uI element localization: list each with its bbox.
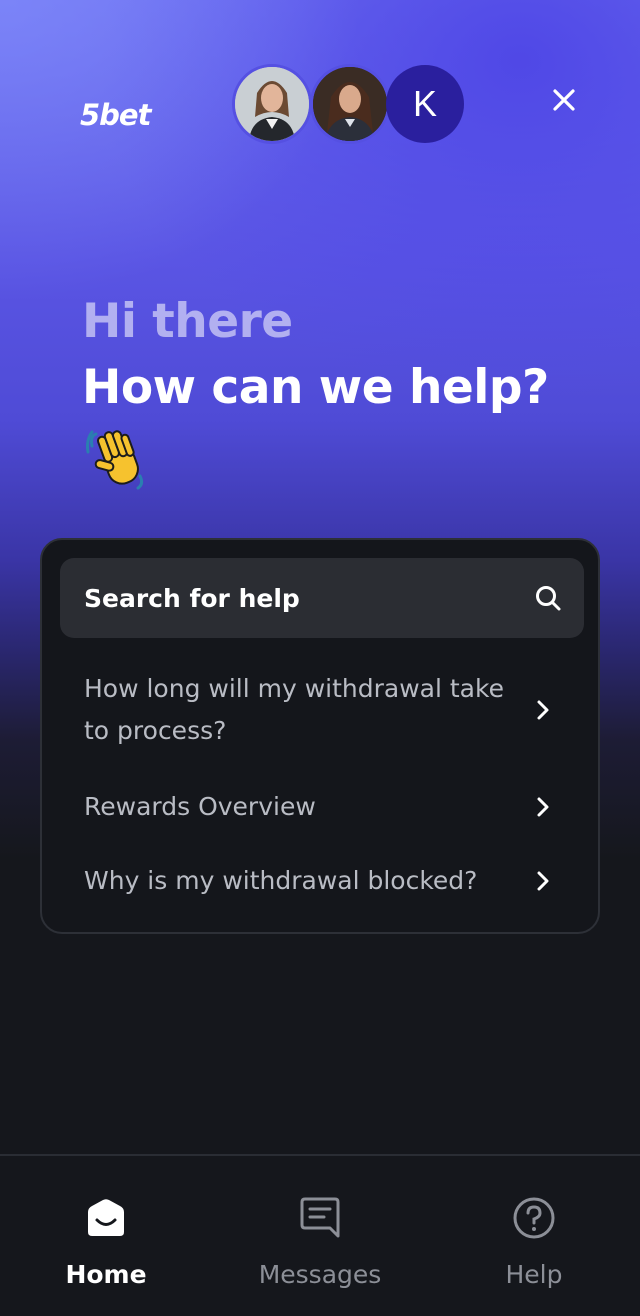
nav-messages-label: Messages (258, 1260, 382, 1289)
brand-logo: 5bet (80, 98, 151, 132)
article-title: Why is my withdrawal blocked? (84, 866, 478, 895)
messages-icon (294, 1192, 346, 1244)
article-link-2[interactable]: Rewards Overview (84, 786, 564, 828)
chevron-right-icon (537, 871, 549, 891)
help-card: Search for help How long will my withdra… (40, 538, 600, 934)
agent-avatar-3: K (386, 65, 464, 143)
agent-avatar-2 (310, 64, 390, 144)
close-icon (553, 89, 575, 111)
greeting-text: Hi there (82, 294, 293, 349)
home-icon (80, 1192, 132, 1244)
nav-messages[interactable]: Messages (220, 1192, 420, 1302)
bottom-navigation: Home Messages Help (0, 1154, 640, 1316)
search-label: Search for help (84, 583, 300, 613)
article-link-1[interactable]: How long will my withdrawal take to proc… (84, 668, 564, 752)
article-title: How long will my withdrawal take to proc… (84, 674, 504, 745)
chevron-right-icon (537, 700, 549, 720)
agent-avatar-1 (232, 64, 312, 144)
nav-home[interactable]: Home (6, 1192, 206, 1302)
waving-hand-icon (86, 430, 144, 490)
nav-home-label: Home (65, 1260, 147, 1289)
help-icon (508, 1192, 560, 1244)
search-icon (536, 586, 561, 611)
nav-help-label: Help (505, 1260, 563, 1289)
article-link-3[interactable]: Why is my withdrawal blocked? (84, 860, 564, 902)
nav-help[interactable]: Help (434, 1192, 634, 1302)
article-title: Rewards Overview (84, 792, 316, 821)
search-bar[interactable]: Search for help (60, 558, 584, 638)
chevron-right-icon (537, 797, 549, 817)
close-button[interactable] (546, 82, 582, 118)
headline-text: How can we help? (82, 360, 549, 415)
